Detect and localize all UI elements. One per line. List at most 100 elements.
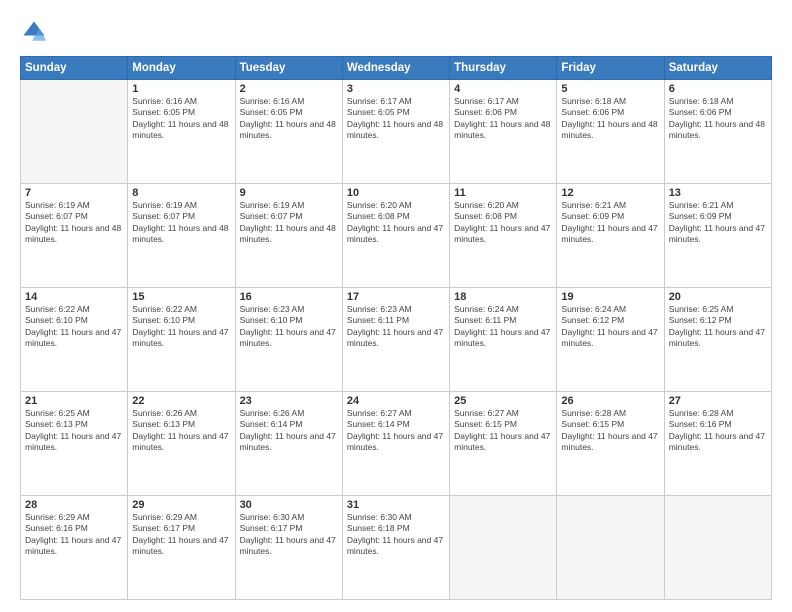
calendar-cell: 11Sunrise: 6:20 AMSunset: 6:08 PMDayligh… [450,184,557,288]
calendar-cell: 30Sunrise: 6:30 AMSunset: 6:17 PMDayligh… [235,496,342,600]
day-info: Sunrise: 6:20 AMSunset: 6:08 PMDaylight:… [347,200,445,246]
day-info: Sunrise: 6:21 AMSunset: 6:09 PMDaylight:… [561,200,659,246]
day-number: 27 [669,395,767,407]
day-info: Sunrise: 6:17 AMSunset: 6:05 PMDaylight:… [347,96,445,142]
day-number: 23 [240,395,338,407]
day-number: 13 [669,187,767,199]
day-info: Sunrise: 6:26 AMSunset: 6:13 PMDaylight:… [132,408,230,454]
day-info: Sunrise: 6:19 AMSunset: 6:07 PMDaylight:… [240,200,338,246]
calendar-cell: 4Sunrise: 6:17 AMSunset: 6:06 PMDaylight… [450,80,557,184]
calendar-cell: 25Sunrise: 6:27 AMSunset: 6:15 PMDayligh… [450,392,557,496]
day-info: Sunrise: 6:24 AMSunset: 6:12 PMDaylight:… [561,304,659,350]
day-info: Sunrise: 6:18 AMSunset: 6:06 PMDaylight:… [561,96,659,142]
calendar-cell: 29Sunrise: 6:29 AMSunset: 6:17 PMDayligh… [128,496,235,600]
day-info: Sunrise: 6:16 AMSunset: 6:05 PMDaylight:… [240,96,338,142]
calendar-week-row: 14Sunrise: 6:22 AMSunset: 6:10 PMDayligh… [21,288,772,392]
calendar-cell: 5Sunrise: 6:18 AMSunset: 6:06 PMDaylight… [557,80,664,184]
day-number: 29 [132,499,230,511]
calendar-cell: 16Sunrise: 6:23 AMSunset: 6:10 PMDayligh… [235,288,342,392]
day-number: 10 [347,187,445,199]
calendar-week-row: 1Sunrise: 6:16 AMSunset: 6:05 PMDaylight… [21,80,772,184]
day-number: 31 [347,499,445,511]
day-info: Sunrise: 6:20 AMSunset: 6:08 PMDaylight:… [454,200,552,246]
calendar-cell: 24Sunrise: 6:27 AMSunset: 6:14 PMDayligh… [342,392,449,496]
logo-icon [20,18,48,46]
header [20,18,772,46]
calendar-header-row: SundayMondayTuesdayWednesdayThursdayFrid… [21,57,772,80]
calendar-cell: 19Sunrise: 6:24 AMSunset: 6:12 PMDayligh… [557,288,664,392]
weekday-header-monday: Monday [128,57,235,80]
weekday-header-tuesday: Tuesday [235,57,342,80]
day-info: Sunrise: 6:22 AMSunset: 6:10 PMDaylight:… [25,304,123,350]
day-number: 8 [132,187,230,199]
day-info: Sunrise: 6:30 AMSunset: 6:17 PMDaylight:… [240,512,338,558]
day-info: Sunrise: 6:26 AMSunset: 6:14 PMDaylight:… [240,408,338,454]
calendar-cell [664,496,771,600]
calendar-cell: 9Sunrise: 6:19 AMSunset: 6:07 PMDaylight… [235,184,342,288]
day-number: 2 [240,83,338,95]
page: SundayMondayTuesdayWednesdayThursdayFrid… [0,0,792,612]
calendar-week-row: 7Sunrise: 6:19 AMSunset: 6:07 PMDaylight… [21,184,772,288]
day-number: 22 [132,395,230,407]
day-info: Sunrise: 6:24 AMSunset: 6:11 PMDaylight:… [454,304,552,350]
calendar-cell [21,80,128,184]
day-number: 20 [669,291,767,303]
calendar-cell: 31Sunrise: 6:30 AMSunset: 6:18 PMDayligh… [342,496,449,600]
calendar-cell: 14Sunrise: 6:22 AMSunset: 6:10 PMDayligh… [21,288,128,392]
calendar-cell: 28Sunrise: 6:29 AMSunset: 6:16 PMDayligh… [21,496,128,600]
calendar-cell: 8Sunrise: 6:19 AMSunset: 6:07 PMDaylight… [128,184,235,288]
day-number: 19 [561,291,659,303]
day-number: 9 [240,187,338,199]
calendar-cell: 3Sunrise: 6:17 AMSunset: 6:05 PMDaylight… [342,80,449,184]
day-info: Sunrise: 6:18 AMSunset: 6:06 PMDaylight:… [669,96,767,142]
day-number: 24 [347,395,445,407]
day-number: 15 [132,291,230,303]
weekday-header-saturday: Saturday [664,57,771,80]
day-number: 17 [347,291,445,303]
day-info: Sunrise: 6:21 AMSunset: 6:09 PMDaylight:… [669,200,767,246]
day-info: Sunrise: 6:29 AMSunset: 6:17 PMDaylight:… [132,512,230,558]
day-number: 6 [669,83,767,95]
day-info: Sunrise: 6:29 AMSunset: 6:16 PMDaylight:… [25,512,123,558]
day-number: 28 [25,499,123,511]
calendar-cell [557,496,664,600]
calendar-cell: 12Sunrise: 6:21 AMSunset: 6:09 PMDayligh… [557,184,664,288]
day-info: Sunrise: 6:19 AMSunset: 6:07 PMDaylight:… [25,200,123,246]
calendar-cell: 6Sunrise: 6:18 AMSunset: 6:06 PMDaylight… [664,80,771,184]
day-info: Sunrise: 6:22 AMSunset: 6:10 PMDaylight:… [132,304,230,350]
day-info: Sunrise: 6:25 AMSunset: 6:12 PMDaylight:… [669,304,767,350]
day-number: 5 [561,83,659,95]
calendar-cell: 18Sunrise: 6:24 AMSunset: 6:11 PMDayligh… [450,288,557,392]
day-info: Sunrise: 6:28 AMSunset: 6:15 PMDaylight:… [561,408,659,454]
day-number: 7 [25,187,123,199]
day-info: Sunrise: 6:16 AMSunset: 6:05 PMDaylight:… [132,96,230,142]
day-number: 12 [561,187,659,199]
day-number: 26 [561,395,659,407]
day-number: 14 [25,291,123,303]
calendar-cell [450,496,557,600]
day-info: Sunrise: 6:27 AMSunset: 6:15 PMDaylight:… [454,408,552,454]
calendar-cell: 22Sunrise: 6:26 AMSunset: 6:13 PMDayligh… [128,392,235,496]
calendar-cell: 7Sunrise: 6:19 AMSunset: 6:07 PMDaylight… [21,184,128,288]
day-number: 30 [240,499,338,511]
day-number: 11 [454,187,552,199]
day-info: Sunrise: 6:25 AMSunset: 6:13 PMDaylight:… [25,408,123,454]
calendar-cell: 21Sunrise: 6:25 AMSunset: 6:13 PMDayligh… [21,392,128,496]
day-number: 3 [347,83,445,95]
calendar-cell: 1Sunrise: 6:16 AMSunset: 6:05 PMDaylight… [128,80,235,184]
calendar-cell: 13Sunrise: 6:21 AMSunset: 6:09 PMDayligh… [664,184,771,288]
day-number: 16 [240,291,338,303]
calendar-cell: 26Sunrise: 6:28 AMSunset: 6:15 PMDayligh… [557,392,664,496]
calendar-cell: 10Sunrise: 6:20 AMSunset: 6:08 PMDayligh… [342,184,449,288]
calendar-cell: 15Sunrise: 6:22 AMSunset: 6:10 PMDayligh… [128,288,235,392]
day-info: Sunrise: 6:23 AMSunset: 6:11 PMDaylight:… [347,304,445,350]
day-info: Sunrise: 6:23 AMSunset: 6:10 PMDaylight:… [240,304,338,350]
calendar-cell: 20Sunrise: 6:25 AMSunset: 6:12 PMDayligh… [664,288,771,392]
day-info: Sunrise: 6:17 AMSunset: 6:06 PMDaylight:… [454,96,552,142]
calendar-cell: 27Sunrise: 6:28 AMSunset: 6:16 PMDayligh… [664,392,771,496]
day-info: Sunrise: 6:27 AMSunset: 6:14 PMDaylight:… [347,408,445,454]
calendar-table: SundayMondayTuesdayWednesdayThursdayFrid… [20,56,772,600]
calendar-week-row: 21Sunrise: 6:25 AMSunset: 6:13 PMDayligh… [21,392,772,496]
calendar-cell: 17Sunrise: 6:23 AMSunset: 6:11 PMDayligh… [342,288,449,392]
logo [20,18,52,46]
